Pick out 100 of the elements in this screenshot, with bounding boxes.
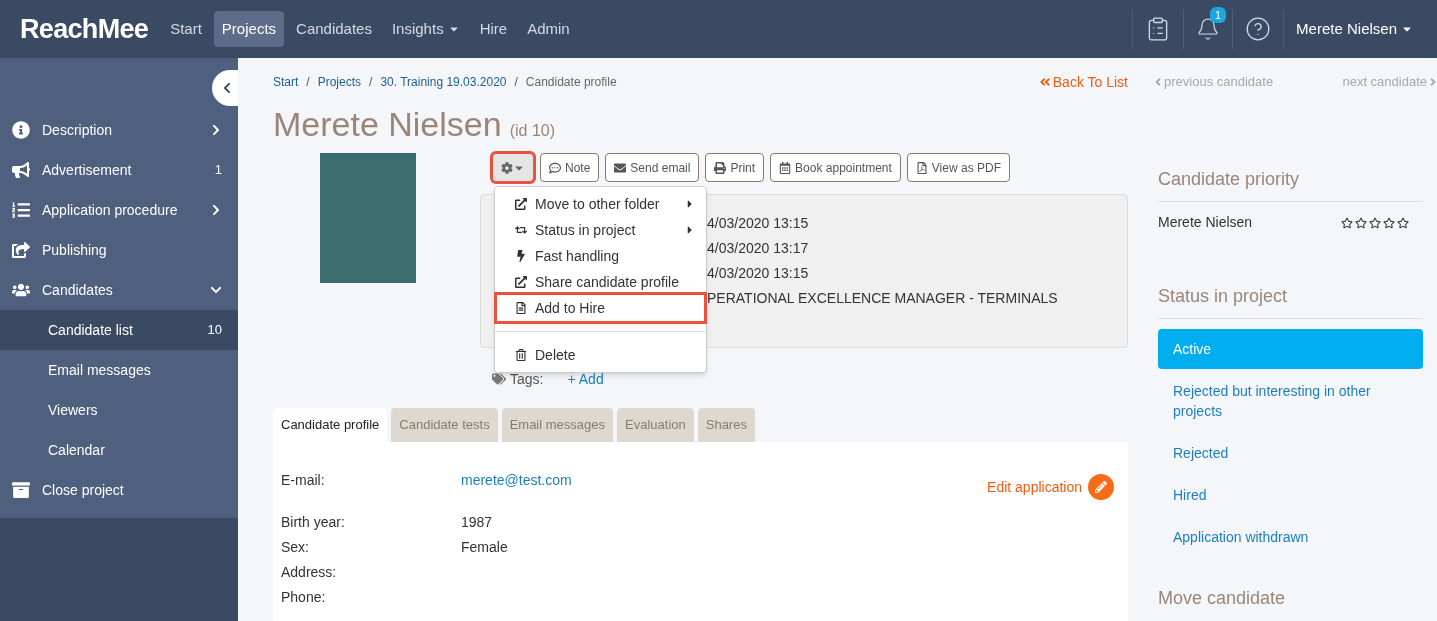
tags-icon (492, 372, 506, 386)
help-icon[interactable] (1245, 16, 1272, 42)
action-button[interactable]: Note (540, 153, 600, 182)
star-icon[interactable] (1355, 216, 1367, 229)
sidebar-subitem[interactable]: Email messages (0, 350, 238, 390)
pencil-icon (1088, 474, 1114, 500)
info-text: 4/03/2020 13:15 (707, 214, 810, 233)
nav-tab[interactable]: Insights (383, 11, 468, 47)
external-link-icon (515, 276, 527, 288)
pdf-file-icon (915, 161, 928, 174)
email-link[interactable]: merete@test.com (461, 470, 572, 495)
action-button[interactable]: View as PDF (906, 153, 1010, 182)
double-chevron-icon (1038, 76, 1051, 88)
action-button[interactable]: Print (705, 153, 765, 182)
settings-button[interactable] (492, 153, 534, 182)
section-title: Move candidate (1158, 587, 1287, 610)
bell-icon[interactable] (1196, 17, 1221, 41)
nav-tab[interactable]: Hire (471, 11, 516, 47)
status-option[interactable]: Application withdrawn (1158, 517, 1423, 557)
sidebar-item[interactable]: Description (0, 110, 238, 150)
field-label: Birth year: (281, 513, 346, 532)
user-menu[interactable]: Merete Nielsen (1283, 9, 1413, 49)
status-option[interactable]: Rejected but interesting in other projects (1158, 371, 1423, 431)
sidebar-subitem[interactable]: Calendar (0, 430, 238, 470)
candidate-name: Merete Nielsen (273, 104, 502, 145)
item-count: 10 (207, 321, 222, 340)
info-icon (12, 121, 30, 139)
sidebar-subitem[interactable]: Candidate list 10 (0, 310, 238, 350)
section-title: Status in project (1158, 283, 1423, 319)
breadcrumb-link[interactable]: 30. Training 19.03.2020 (380, 73, 507, 91)
chevron-left-icon (221, 82, 233, 94)
swap-arrows-icon (515, 224, 527, 236)
document-icon (515, 302, 527, 314)
priority-stars[interactable] (1341, 216, 1409, 229)
comment-icon (549, 161, 561, 174)
chevron-right-icon (210, 204, 222, 216)
field-label: Address: (281, 563, 338, 582)
sidebar-item[interactable]: Application procedure (0, 190, 238, 230)
share-icon (12, 241, 30, 259)
menu-item[interactable]: Add to Hire (497, 295, 704, 321)
info-text: 4/03/2020 13:15 (707, 264, 810, 283)
sidebar-item[interactable]: Candidates (0, 270, 238, 310)
calendar-icon (779, 161, 792, 174)
field-label: Sex: (281, 538, 310, 557)
star-icon[interactable] (1397, 216, 1409, 229)
field-label: Phone: (281, 588, 327, 607)
field-label: E-mail: (281, 471, 326, 490)
breadcrumb-separator: / (514, 74, 518, 91)
brand-logo[interactable]: ReachMee (20, 8, 149, 50)
archive-icon (12, 481, 30, 499)
section-title: Candidate priority (1158, 166, 1423, 202)
lightning-icon (515, 250, 527, 262)
nav-tab[interactable]: Admin (519, 11, 578, 47)
menu-item[interactable]: Status in project (497, 217, 704, 243)
breadcrumb-separator: / (369, 74, 373, 91)
item-count: 1 (214, 161, 222, 180)
profile-tab[interactable]: Candidate profile (273, 408, 388, 442)
chevron-right-icon (210, 124, 222, 136)
nav-tab[interactable]: Candidates (288, 11, 380, 47)
candidate-name: Merete Nielsen (1158, 213, 1253, 232)
menu-item[interactable]: Fast handling (497, 243, 704, 269)
field-value: Female (461, 538, 508, 557)
info-text: 4/03/2020 13:17 (707, 239, 810, 258)
edit-application-link[interactable]: Edit application (987, 474, 1114, 500)
tags-label: Tags: (510, 369, 544, 389)
gear-icon (501, 161, 513, 174)
status-option[interactable]: Hired (1158, 475, 1423, 515)
action-button[interactable]: Book appointment (770, 153, 901, 182)
trash-icon (515, 349, 527, 361)
notification-badge: 1 (1210, 7, 1227, 23)
star-icon[interactable] (1383, 216, 1395, 229)
collapse-button[interactable] (212, 70, 238, 106)
breadcrumb-current: Candidate profile (525, 74, 617, 91)
action-button[interactable]: Send email (605, 153, 700, 182)
status-option[interactable]: Rejected (1158, 433, 1423, 473)
nav-tab[interactable]: Projects (213, 11, 285, 47)
sidebar-item[interactable]: Close project (0, 470, 238, 510)
numbered-list-icon (12, 201, 30, 219)
sidebar-item[interactable]: Advertisement 1 (0, 150, 238, 190)
megaphone-icon (12, 161, 30, 179)
printer-icon (714, 161, 727, 174)
breadcrumb-link[interactable]: Start (273, 73, 299, 91)
field-value: 1987 (461, 513, 493, 532)
info-text: PERATIONAL EXCELLENCE MANAGER - TERMINALS (707, 289, 1059, 308)
menu-item[interactable]: Share candidate profile (497, 269, 704, 295)
nav-tab[interactable]: Start (162, 11, 210, 47)
menu-item[interactable]: Delete (497, 342, 704, 368)
star-icon[interactable] (1341, 216, 1353, 229)
sidebar-subitem[interactable]: Viewers (0, 390, 238, 430)
users-icon (12, 281, 30, 299)
envelope-icon (614, 161, 627, 174)
menu-item[interactable]: Move to other folder (497, 191, 704, 217)
sidebar-item[interactable]: Publishing (0, 230, 238, 270)
breadcrumb-separator: / (306, 74, 310, 91)
star-icon[interactable] (1369, 216, 1381, 229)
candidate-id: (id 10) (509, 121, 555, 141)
add-tag-link[interactable]: + Add (567, 368, 604, 390)
breadcrumb-link[interactable]: Projects (317, 73, 362, 91)
chevron-down-icon (210, 284, 222, 296)
share-icon (515, 198, 527, 210)
